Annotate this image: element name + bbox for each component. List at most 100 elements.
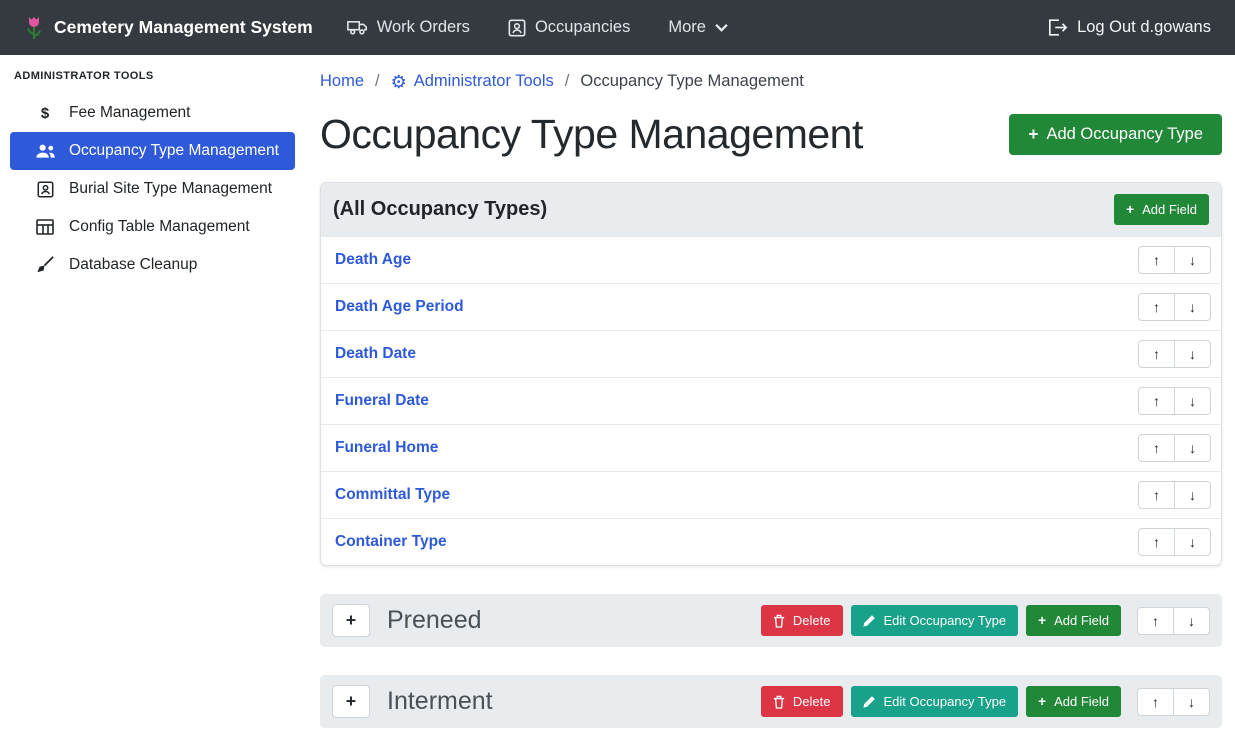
nav-item-occupancies[interactable]: Occupancies (508, 18, 630, 37)
section-title: Interment (387, 687, 493, 716)
edit-occupancy-type-button[interactable]: Edit Occupancy Type (851, 686, 1019, 717)
down-arrow-icon: ↓ (1189, 393, 1196, 409)
delete-label: Delete (793, 694, 831, 709)
portrait-icon (508, 19, 526, 37)
reorder-group: ↑ ↓ (1137, 607, 1210, 635)
field-link-death-date[interactable]: Death Date (335, 345, 416, 363)
chevron-down-icon (715, 23, 728, 32)
add-field-button[interactable]: + Add Field (1026, 686, 1121, 717)
move-down-button[interactable]: ↓ (1173, 688, 1210, 716)
down-arrow-icon: ↓ (1188, 613, 1195, 629)
up-arrow-icon: ↑ (1153, 252, 1160, 268)
card-title: (All Occupancy Types) (333, 198, 547, 221)
sidebar-item-label: Config Table Management (69, 218, 250, 236)
move-down-button[interactable]: ↓ (1174, 340, 1211, 368)
edit-occupancy-type-label: Edit Occupancy Type (884, 694, 1007, 709)
down-arrow-icon: ↓ (1189, 346, 1196, 362)
expand-section-button[interactable]: + (332, 685, 370, 718)
move-up-button[interactable]: ↑ (1137, 607, 1174, 635)
move-up-button[interactable]: ↑ (1138, 387, 1175, 415)
up-arrow-icon: ↑ (1152, 613, 1159, 629)
sidebar-item-database-cleanup[interactable]: Database Cleanup (10, 246, 295, 284)
trash-icon (773, 695, 785, 709)
move-down-button[interactable]: ↓ (1174, 387, 1211, 415)
move-up-button[interactable]: ↑ (1138, 340, 1175, 368)
field-link-committal-type[interactable]: Committal Type (335, 486, 450, 504)
nav-item-label: Work Orders (377, 18, 470, 37)
down-arrow-icon: ↓ (1189, 440, 1196, 456)
field-row: Funeral Home ↑ ↓ (321, 424, 1221, 471)
breadcrumb-home-link[interactable]: Home (320, 72, 364, 91)
table-icon (34, 219, 56, 235)
move-down-button[interactable]: ↓ (1174, 528, 1211, 556)
down-arrow-icon: ↓ (1188, 694, 1195, 710)
users-icon (34, 143, 56, 159)
section-interment: + Interment Delete (320, 675, 1222, 728)
edit-occupancy-type-button[interactable]: Edit Occupancy Type (851, 605, 1019, 636)
field-link-container-type[interactable]: Container Type (335, 533, 447, 551)
up-arrow-icon: ↑ (1152, 694, 1159, 710)
add-occupancy-type-button[interactable]: + Add Occupancy Type (1009, 114, 1222, 155)
truck-icon (347, 19, 368, 36)
field-link-funeral-date[interactable]: Funeral Date (335, 392, 429, 410)
sidebar-heading: ADMINISTRATOR TOOLS (14, 70, 295, 82)
up-arrow-icon: ↑ (1153, 440, 1160, 456)
move-up-button[interactable]: ↑ (1137, 688, 1174, 716)
reorder-group: ↑ ↓ (1138, 434, 1211, 462)
reorder-group: ↑ ↓ (1138, 340, 1211, 368)
flower-logo-icon (24, 15, 44, 41)
field-link-funeral-home[interactable]: Funeral Home (335, 439, 438, 457)
move-down-button[interactable]: ↓ (1173, 607, 1210, 635)
sidebar-item-label: Occupancy Type Management (69, 142, 279, 160)
nav-links: Work Orders Occupancies More (347, 18, 728, 37)
field-row: Death Age Period ↑ ↓ (321, 283, 1221, 330)
broom-icon (34, 256, 56, 274)
field-row: Death Date ↑ ↓ (321, 330, 1221, 377)
nav-item-more[interactable]: More (668, 18, 728, 37)
add-field-label: Add Field (1054, 694, 1109, 709)
up-arrow-icon: ↑ (1153, 299, 1160, 315)
sidebar-item-burial-site-type-management[interactable]: Burial Site Type Management (10, 170, 295, 208)
app-brand[interactable]: Cemetery Management System (24, 15, 313, 41)
page-title: Occupancy Type Management (320, 111, 863, 158)
logout-button[interactable]: Log Out d.gowans (1048, 18, 1211, 37)
delete-button[interactable]: Delete (761, 686, 843, 717)
breadcrumb-separator: / (375, 72, 380, 91)
breadcrumb-current: Occupancy Type Management (580, 72, 804, 91)
move-up-button[interactable]: ↑ (1138, 293, 1175, 321)
breadcrumb-separator: / (565, 72, 570, 91)
sidebar-item-occupancy-type-management[interactable]: Occupancy Type Management (10, 132, 295, 170)
up-arrow-icon: ↑ (1153, 534, 1160, 550)
up-arrow-icon: ↑ (1153, 393, 1160, 409)
plus-icon: + (1038, 614, 1046, 628)
section-title: Preneed (387, 606, 482, 635)
move-up-button[interactable]: ↑ (1138, 434, 1175, 462)
move-down-button[interactable]: ↓ (1174, 246, 1211, 274)
delete-button[interactable]: Delete (761, 605, 843, 636)
move-down-button[interactable]: ↓ (1174, 293, 1211, 321)
field-row: Death Age ↑ ↓ (321, 236, 1221, 283)
nav-item-work-orders[interactable]: Work Orders (347, 18, 470, 37)
add-field-button[interactable]: + Add Field (1026, 605, 1121, 636)
move-down-button[interactable]: ↓ (1174, 434, 1211, 462)
add-field-button[interactable]: + Add Field (1114, 194, 1209, 225)
move-down-button[interactable]: ↓ (1174, 481, 1211, 509)
field-link-death-age[interactable]: Death Age (335, 251, 411, 269)
move-up-button[interactable]: ↑ (1138, 481, 1175, 509)
breadcrumb-admin-tools-link[interactable]: ⚙ Administrator Tools (391, 72, 554, 91)
nav-item-label: Occupancies (535, 18, 630, 37)
reorder-group: ↑ ↓ (1138, 293, 1211, 321)
field-row: Committal Type ↑ ↓ (321, 471, 1221, 518)
sidebar-item-label: Database Cleanup (69, 256, 197, 274)
field-row: Container Type ↑ ↓ (321, 518, 1221, 565)
move-up-button[interactable]: ↑ (1138, 528, 1175, 556)
sidebar-item-config-table-management[interactable]: Config Table Management (10, 208, 295, 246)
sidebar-item-fee-management[interactable]: $ Fee Management (10, 94, 295, 132)
move-up-button[interactable]: ↑ (1138, 246, 1175, 274)
reorder-group: ↑ ↓ (1138, 528, 1211, 556)
top-navbar: Cemetery Management System Work Orders (0, 0, 1235, 55)
section-actions: Delete Edit Occupancy Type + Add Field ↑ (761, 605, 1210, 636)
expand-section-button[interactable]: + (332, 604, 370, 637)
reorder-group: ↑ ↓ (1138, 246, 1211, 274)
field-link-death-age-period[interactable]: Death Age Period (335, 298, 464, 316)
